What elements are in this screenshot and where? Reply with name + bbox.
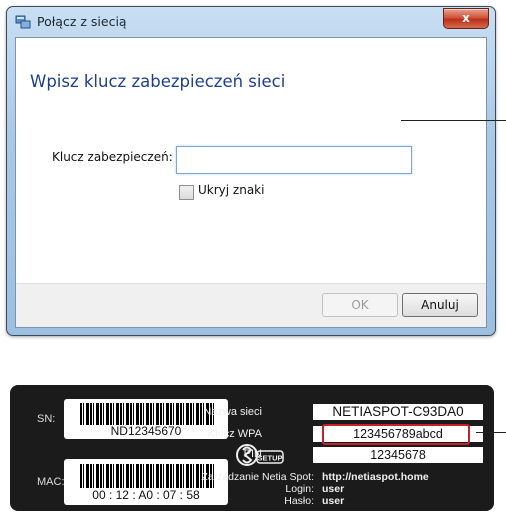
sn-barcode: ND12345670 <box>64 399 228 439</box>
login-value: user <box>322 483 345 495</box>
hide-characters-label[interactable]: Ukryj znaki <box>198 183 264 197</box>
mac-value: 00 : 12 : A0 : 07 : 58 <box>92 488 200 502</box>
close-button[interactable]: x <box>443 8 489 29</box>
callout-line <box>476 432 506 433</box>
connect-dialog-window: Połącz z siecią x Wpisz klucz zabezpiecz… <box>6 6 496 336</box>
hide-characters-checkbox[interactable] <box>179 185 194 200</box>
dialog-heading: Wpisz klucz zabezpieczeń sieci <box>30 72 286 91</box>
security-key-input[interactable] <box>176 146 412 174</box>
callout-line <box>401 120 506 121</box>
login-label: Login: <box>285 483 314 495</box>
network-icon <box>15 15 31 29</box>
wpa-key-label: Klucz WPA <box>207 428 262 440</box>
security-key-label: Klucz zabezpieczeń: <box>52 150 173 164</box>
window-title: Połącz z siecią <box>37 14 127 29</box>
pin-label: PIN <box>243 448 262 460</box>
management-url: http://netiaspot.home <box>322 471 429 483</box>
network-name-value: NETIASPOT-C93DA0 <box>313 404 483 420</box>
dialog-content: Wpisz klucz zabezpieczeń sieci Klucz zab… <box>15 37 487 328</box>
sn-label: SN: <box>37 413 56 425</box>
router-label: SN: ND12345670 MAC: 00 : 12 : A0 : 07 : … <box>10 385 494 511</box>
ok-button[interactable]: OK <box>322 293 398 317</box>
button-bar: OK Anuluj <box>16 283 486 327</box>
network-name-label: Nazwa sieci <box>203 406 262 418</box>
pin-value: 12345678 <box>313 447 483 463</box>
mac-label: MAC: <box>37 476 65 488</box>
wpa-key-highlight <box>322 424 470 445</box>
password-value: user <box>322 495 345 507</box>
barcode-bars <box>80 403 214 425</box>
password-label: Hasło: <box>284 495 314 507</box>
management-label: Zarządzanie Netia Spot: <box>201 471 314 483</box>
barcode-bars <box>80 464 214 488</box>
cancel-button[interactable]: Anuluj <box>402 293 478 317</box>
sn-value: ND12345670 <box>110 424 182 438</box>
title-bar[interactable]: Połącz z siecią x <box>7 7 495 37</box>
